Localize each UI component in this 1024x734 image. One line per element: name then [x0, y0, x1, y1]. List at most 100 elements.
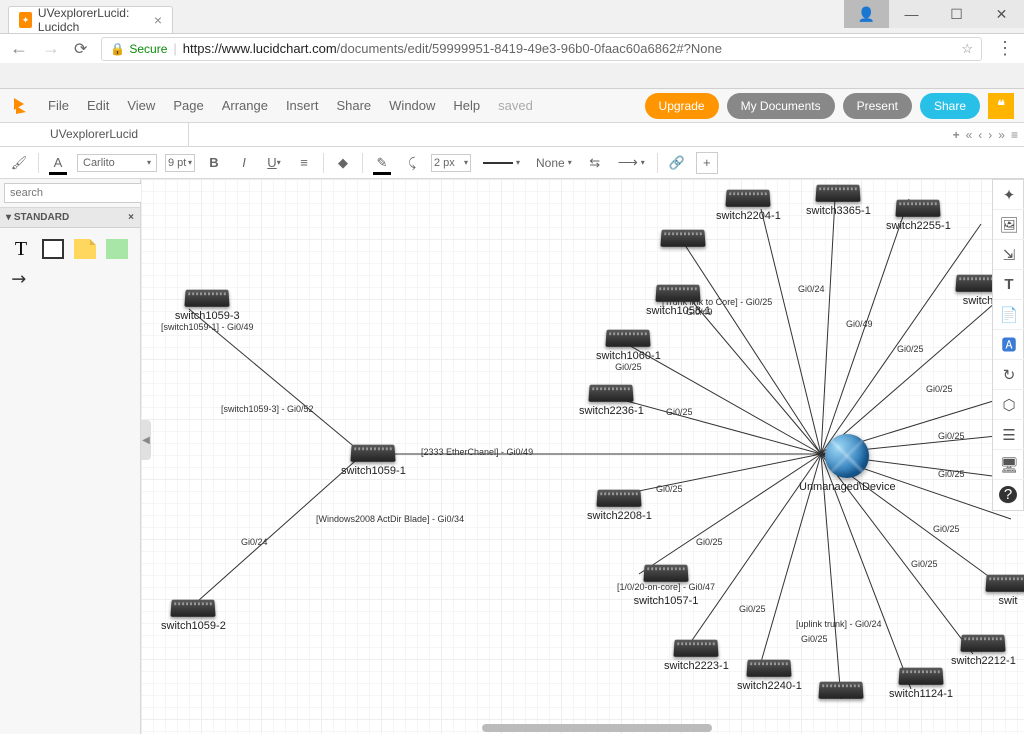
- menu-share[interactable]: Share: [336, 98, 371, 113]
- switch-node[interactable]: switch2223-1: [664, 639, 729, 672]
- help-icon[interactable]: ?: [999, 486, 1017, 504]
- share-button[interactable]: Share: [920, 93, 980, 119]
- history-icon[interactable]: ↻: [993, 360, 1024, 390]
- font-size-input[interactable]: 9 pt▾: [165, 154, 195, 172]
- menu-file[interactable]: File: [48, 98, 69, 113]
- switch-node[interactable]: switch1124-1: [889, 667, 953, 700]
- prev-tab-icon[interactable]: ‹: [978, 128, 982, 142]
- standard-shapes-header[interactable]: ▾ STANDARD ×: [0, 208, 140, 228]
- reload-icon[interactable]: ⟳: [74, 39, 87, 59]
- user-icon[interactable]: 👤: [844, 0, 889, 28]
- canvas[interactable]: switch1059-3 [switch1059-1] - Gi0/49 swi…: [141, 179, 1024, 734]
- fill-color-button[interactable]: ◆: [332, 152, 354, 174]
- line-color-button[interactable]: ✎: [371, 152, 393, 174]
- italic-button[interactable]: I: [233, 152, 255, 174]
- align-button[interactable]: ≡: [293, 152, 315, 174]
- menu-arrange[interactable]: Arrange: [222, 98, 268, 113]
- edge-label: Gi0/25: [897, 344, 924, 354]
- rectangle-shape[interactable]: [40, 236, 66, 262]
- switch-node[interactable]: swit: [986, 574, 1024, 607]
- switch-node[interactable]: switch2240-1: [737, 659, 802, 692]
- switch-node[interactable]: switch3365-1: [806, 184, 871, 217]
- switch-node[interactable]: [819, 681, 863, 699]
- menu-page[interactable]: Page: [173, 98, 203, 113]
- add-icon[interactable]: +: [696, 152, 718, 174]
- doc-tab[interactable]: UVexplorerLucid: [0, 123, 189, 146]
- switch-node[interactable]: switch2212-1: [951, 634, 1016, 667]
- close-tab-icon[interactable]: ×: [154, 12, 162, 28]
- close-panel-icon[interactable]: ×: [128, 212, 134, 223]
- line-shape-button[interactable]: ⤹: [401, 152, 423, 174]
- notes-icon[interactable]: ❝: [988, 93, 1014, 119]
- first-tab-icon[interactable]: «: [966, 128, 973, 142]
- add-tab-icon[interactable]: +: [953, 128, 960, 142]
- link-icon[interactable]: 🔗: [666, 152, 688, 174]
- switch-node[interactable]: [1/0/20-on-core] - Gi0/47switch1057-1: [617, 564, 715, 607]
- edge-label: Gi0/25: [938, 469, 965, 479]
- last-tab-icon[interactable]: »: [998, 128, 1005, 142]
- line-shape[interactable]: ↗: [8, 268, 34, 294]
- switch-node[interactable]: switch1059-1: [341, 444, 406, 477]
- browser-tab[interactable]: ✦ UVexplorerLucid: Lucidch ×: [8, 6, 173, 33]
- page-icon[interactable]: 📄: [993, 300, 1024, 330]
- browser-menu-icon[interactable]: ⋮: [996, 38, 1014, 59]
- edge-label: Gi0/25: [801, 634, 828, 644]
- line-width-input[interactable]: 2 px▾: [431, 154, 471, 172]
- switch-node[interactable]: switch2236-1: [579, 384, 644, 417]
- present-button[interactable]: Present: [843, 93, 912, 119]
- font-select[interactable]: Carlito▾: [77, 154, 157, 172]
- upgrade-button[interactable]: Upgrade: [645, 93, 719, 119]
- paint-format-icon[interactable]: 🖌: [8, 152, 30, 174]
- url-input[interactable]: 🔒 Secure | https://www.lucidchart.com/do…: [101, 37, 982, 61]
- presentation-icon[interactable]: 🖥: [993, 450, 1024, 480]
- switch-node[interactable]: [661, 229, 705, 247]
- horizontal-scrollbar[interactable]: [482, 724, 712, 732]
- underline-button[interactable]: U ▾: [263, 152, 285, 174]
- switch-node[interactable]: switch2208-1: [587, 489, 652, 522]
- menu-help[interactable]: Help: [453, 98, 480, 113]
- switch-node[interactable]: switch2204-1: [716, 189, 781, 222]
- page-size-icon[interactable]: ⇲: [993, 240, 1024, 270]
- menu-insert[interactable]: Insert: [286, 98, 319, 113]
- text-shape[interactable]: T: [8, 236, 34, 262]
- edge-label: Gi0/25: [739, 604, 766, 614]
- minimize-button[interactable]: —: [889, 0, 934, 28]
- edge-label: [Trunk link to Core] - Gi0/25: [662, 297, 772, 307]
- note-shape[interactable]: [72, 236, 98, 262]
- my-documents-button[interactable]: My Documents: [727, 93, 835, 119]
- search-input[interactable]: [4, 183, 158, 203]
- lucid-logo-icon[interactable]: [10, 96, 30, 116]
- switch-icon: [185, 290, 230, 307]
- switch-node[interactable]: switch1059-2: [161, 599, 226, 632]
- image-icon[interactable]: 🖼: [993, 210, 1024, 240]
- component-icon[interactable]: ⬡: [993, 390, 1024, 420]
- hotspot-shape[interactable]: [104, 236, 130, 262]
- bookmark-star-icon[interactable]: ☆: [961, 41, 973, 57]
- menu-edit[interactable]: Edit: [87, 98, 109, 113]
- maximize-button[interactable]: ☐: [934, 0, 979, 28]
- arrow-end-select[interactable]: ⟶▾: [614, 152, 649, 173]
- swap-arrows-icon[interactable]: ⇆: [584, 152, 606, 174]
- text-color-button[interactable]: A: [47, 152, 69, 174]
- menu-window[interactable]: Window: [389, 98, 435, 113]
- layers-icon[interactable]: ☰: [993, 420, 1024, 450]
- save-status: saved: [498, 98, 533, 113]
- switch-node[interactable]: switch1059-3 [switch1059-1] - Gi0/49: [161, 289, 254, 332]
- theme-icon[interactable]: 🅰: [993, 330, 1024, 360]
- next-tab-icon[interactable]: ›: [988, 128, 992, 142]
- navigator-icon[interactable]: ✦: [993, 180, 1024, 210]
- line-style-select[interactable]: ▾: [479, 156, 524, 169]
- close-window-button[interactable]: ✕: [979, 0, 1024, 28]
- nav-back-icon[interactable]: ←: [10, 38, 28, 59]
- switch-node[interactable]: switch1060-1Gi0/25: [596, 329, 661, 372]
- collapse-panel-handle[interactable]: ◀: [141, 420, 151, 460]
- text-tool-icon[interactable]: T: [993, 270, 1024, 300]
- switch-node[interactable]: switch2255-1: [886, 199, 951, 232]
- tab-list-icon[interactable]: ≡: [1011, 128, 1018, 142]
- arrow-start-select[interactable]: None▾: [532, 154, 576, 172]
- bold-button[interactable]: B: [203, 152, 225, 174]
- center-device-node[interactable]: Unmanaged\Device: [799, 434, 896, 493]
- nav-forward-icon[interactable]: →: [42, 38, 60, 59]
- menu-view[interactable]: View: [127, 98, 155, 113]
- edge-label: Gi0/25: [666, 407, 693, 417]
